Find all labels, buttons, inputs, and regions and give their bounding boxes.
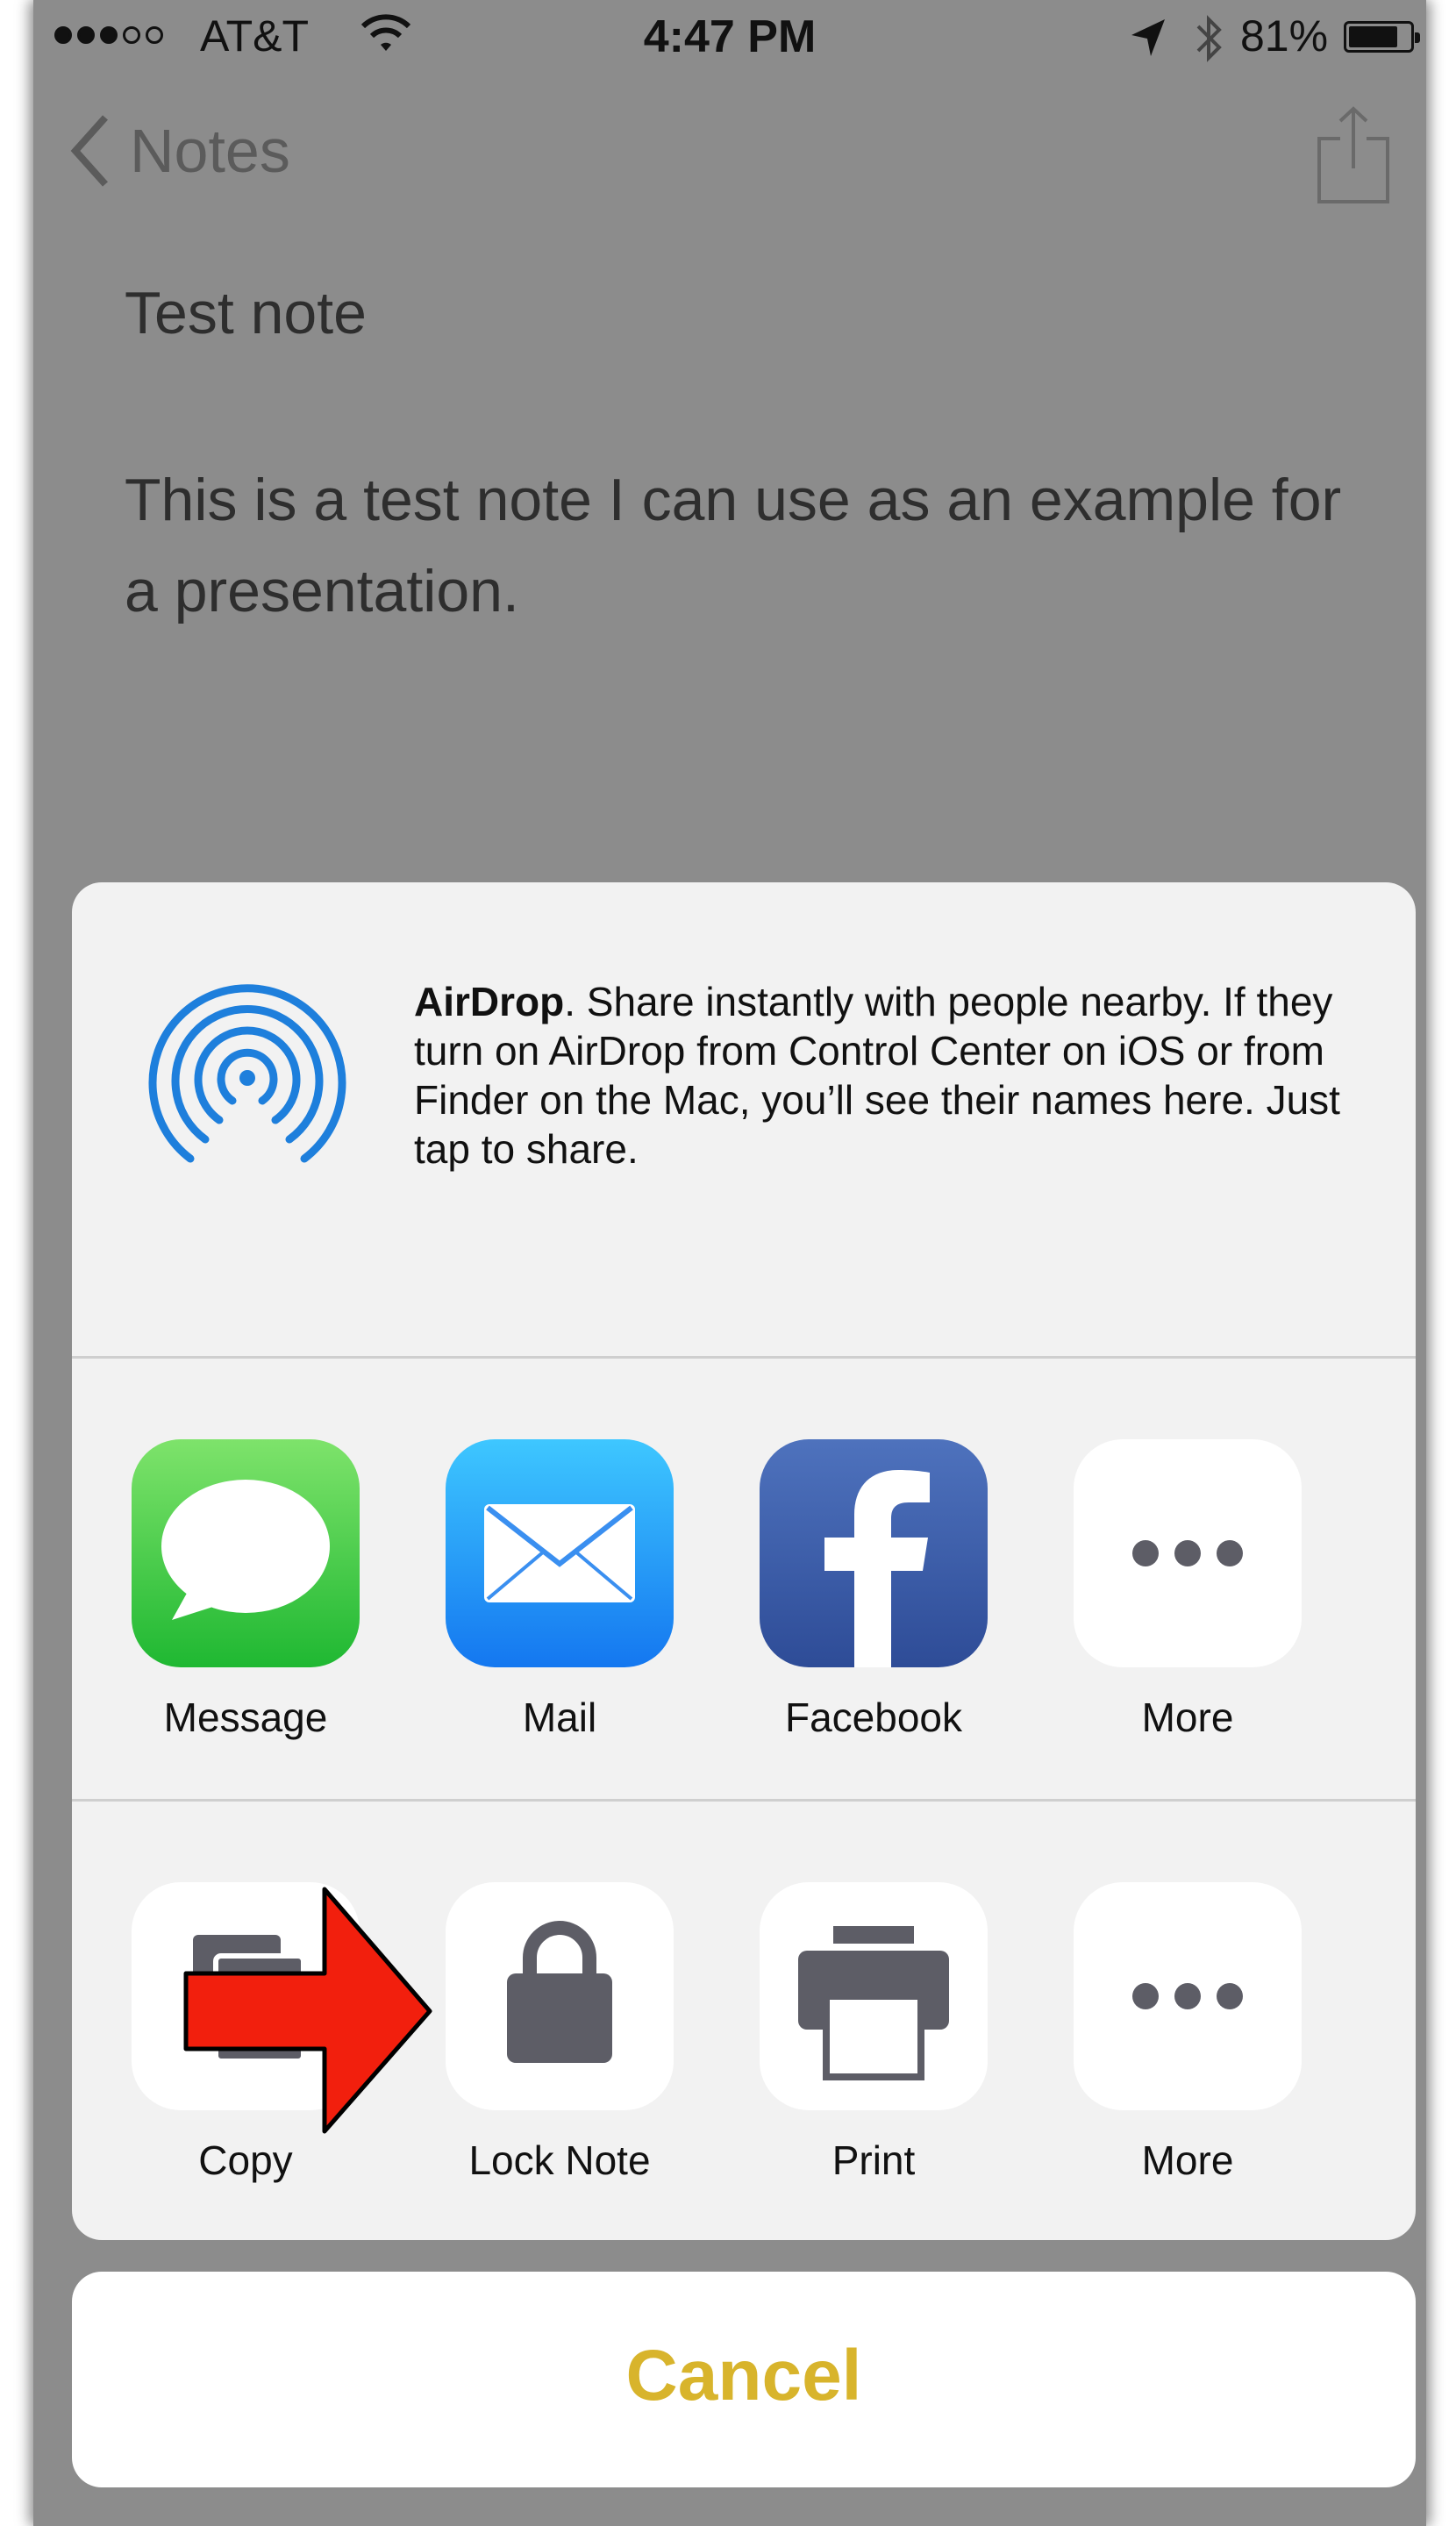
share-app-label: More: [1141, 1695, 1234, 1740]
action-more[interactable]: More: [1074, 1882, 1302, 2184]
print-icon: [760, 1882, 988, 2110]
status-bar: AT&T 4:47 PM 81%: [33, 0, 1426, 79]
action-label: Print: [831, 2137, 916, 2183]
action-lock-note[interactable]: Lock Note: [446, 1882, 674, 2184]
share-app-label: Facebook: [784, 1695, 962, 1740]
battery-icon: [1344, 21, 1420, 53]
cancel-button-label: Cancel: [625, 2336, 862, 2415]
back-button[interactable]: Notes: [68, 114, 290, 188]
back-button-label: Notes: [130, 117, 290, 185]
facebook-icon: [760, 1439, 988, 1667]
airdrop-description: AirDrop. Share instantly with people nea…: [414, 977, 1379, 1174]
airdrop-title: AirDrop: [414, 979, 565, 1024]
share-sheet: AirDrop. Share instantly with people nea…: [72, 882, 1416, 2240]
battery-percent: 81%: [1240, 11, 1329, 61]
copy-icon: [132, 1882, 360, 2110]
more-icon: [1074, 1439, 1302, 1667]
action-print[interactable]: Print: [760, 1882, 988, 2184]
mail-icon: [446, 1439, 674, 1667]
share-actions-row: Copy Lock Note Print More: [72, 1802, 1416, 2240]
share-app-mail[interactable]: Mail: [446, 1439, 674, 1741]
more-icon: [1074, 1882, 1302, 2110]
note-body: This is a test note I can use as an exam…: [125, 467, 1342, 624]
chevron-left-icon: [70, 115, 108, 187]
cancel-button[interactable]: Cancel: [72, 2272, 1416, 2487]
share-apps-row: Message Mail Facebook More: [72, 1359, 1416, 1797]
messages-icon: [132, 1439, 360, 1667]
action-label: Lock Note: [468, 2137, 651, 2183]
phone-screen: AT&T 4:47 PM 81% Notes Test note This is…: [33, 0, 1426, 2526]
action-label: More: [1141, 2137, 1234, 2183]
lock-icon: [446, 1882, 674, 2110]
airdrop-section: AirDrop. Share instantly with people nea…: [72, 882, 1416, 1356]
share-icon[interactable]: [1314, 103, 1393, 209]
share-app-more[interactable]: More: [1074, 1439, 1302, 1741]
location-arrow-icon: [1131, 19, 1165, 56]
share-app-label: Message: [163, 1695, 328, 1740]
share-app-label: Mail: [522, 1695, 597, 1740]
share-app-facebook[interactable]: Facebook: [760, 1439, 988, 1741]
action-label: Copy: [198, 2137, 293, 2183]
action-copy[interactable]: Copy: [132, 1882, 360, 2184]
airdrop-icon: [148, 984, 346, 1163]
share-app-message[interactable]: Message: [132, 1439, 360, 1741]
note-title: Test note: [125, 280, 367, 346]
bluetooth-icon: [1196, 15, 1222, 62]
